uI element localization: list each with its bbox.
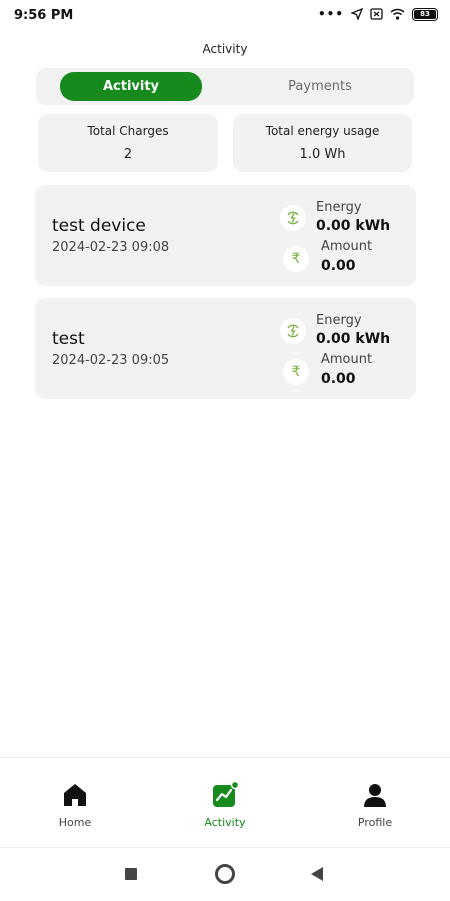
nav-home[interactable]: Home bbox=[0, 758, 150, 848]
amount-label: Amount bbox=[321, 352, 373, 367]
status-bar: 9:56 PM ••• 83 bbox=[0, 0, 450, 32]
nav-activity-label: Activity bbox=[204, 816, 246, 829]
activity-card[interactable]: test device 2024-02-23 09:08 Energy 0.00… bbox=[35, 185, 416, 286]
nav-profile-label: Profile bbox=[357, 816, 393, 829]
page-title: Activity bbox=[202, 42, 248, 56]
device-name: test bbox=[52, 329, 85, 349]
tab-bar: Activity Payments bbox=[36, 68, 414, 105]
energy-icon bbox=[280, 318, 306, 344]
home-icon bbox=[58, 778, 92, 812]
recents-square-icon[interactable] bbox=[125, 868, 137, 880]
stat-value: 2 bbox=[123, 147, 133, 162]
tab-payments[interactable]: Payments bbox=[236, 72, 404, 101]
stat-value: 1.0 Wh bbox=[299, 147, 346, 162]
amount-value: 0.00 bbox=[321, 371, 356, 387]
activity-card[interactable]: test 2024-02-23 09:05 Energy 0.00 kWh ₹ … bbox=[35, 298, 416, 399]
activity-datetime: 2024-02-23 09:08 bbox=[52, 240, 170, 255]
status-time: 9:56 PM bbox=[14, 8, 74, 23]
nav-profile[interactable]: Profile bbox=[300, 758, 450, 848]
energy-value: 0.00 kWh bbox=[316, 218, 391, 234]
total-energy-card: Total energy usage 1.0 Wh bbox=[233, 114, 412, 172]
wifi-icon bbox=[390, 8, 405, 20]
amount-value: 0.00 bbox=[321, 258, 356, 274]
stat-label: Total Charges bbox=[87, 124, 169, 138]
nav-home-label: Home bbox=[58, 816, 92, 829]
nav-activity[interactable]: Activity bbox=[150, 758, 300, 848]
bottom-nav: Home Activity Profile bbox=[0, 757, 450, 848]
more-dots-icon: ••• bbox=[317, 7, 344, 21]
home-circle-icon[interactable] bbox=[215, 864, 235, 884]
back-triangle-icon[interactable] bbox=[310, 866, 324, 886]
location-arrow-icon bbox=[351, 8, 363, 20]
profile-icon bbox=[358, 778, 392, 812]
energy-value: 0.00 kWh bbox=[316, 331, 391, 347]
rupee-icon: ₹ bbox=[283, 359, 309, 385]
rupee-icon: ₹ bbox=[283, 246, 309, 272]
energy-label: Energy bbox=[316, 200, 362, 215]
energy-icon bbox=[280, 205, 306, 231]
activity-chart-icon bbox=[208, 778, 242, 812]
battery-level: 83 bbox=[414, 9, 436, 19]
energy-label: Energy bbox=[316, 313, 362, 328]
status-icons: ••• 83 bbox=[318, 7, 438, 21]
system-nav-bar bbox=[0, 847, 450, 901]
activity-datetime: 2024-02-23 09:05 bbox=[52, 353, 170, 368]
battery-icon: 83 bbox=[412, 7, 438, 21]
tab-activity[interactable]: Activity bbox=[60, 72, 202, 101]
sim-blocked-icon bbox=[370, 8, 383, 20]
device-name: test device bbox=[52, 216, 146, 236]
stat-label: Total energy usage bbox=[265, 124, 380, 138]
total-charges-card: Total Charges 2 bbox=[38, 114, 218, 172]
amount-label: Amount bbox=[321, 239, 373, 254]
